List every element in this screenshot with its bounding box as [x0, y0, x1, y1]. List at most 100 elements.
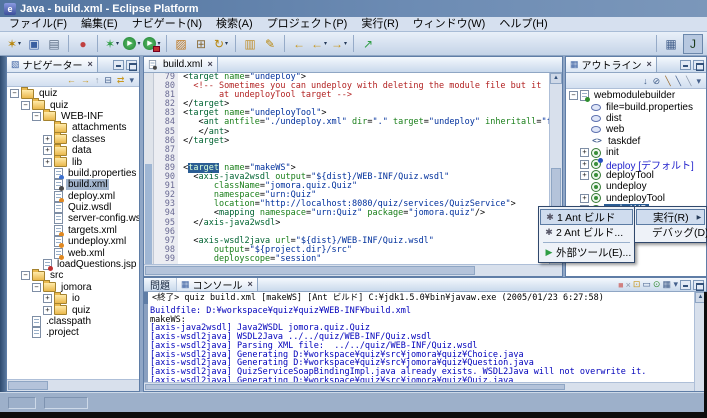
close-icon[interactable]: × [88, 60, 93, 69]
refresh-button[interactable]: ↻▾ [211, 34, 231, 54]
tree-item[interactable]: Quiz.wsdl [7, 202, 139, 213]
tree-item[interactable]: targets.xml [7, 225, 139, 236]
menu-item-1ant[interactable]: ✱1 Ant ビルド [540, 209, 633, 225]
tree-item[interactable]: −quiz [7, 88, 139, 99]
menu-item-r[interactable]: 実行(R)▶ [636, 209, 705, 225]
tree-item[interactable]: loadQuestions.jsp [7, 259, 139, 270]
dropdown-arrow-icon[interactable]: ▾ [225, 40, 228, 47]
javadoc-button[interactable]: ✎ [260, 34, 280, 54]
expander-icon[interactable]: + [43, 135, 52, 144]
run-as-button[interactable]: ✶▾ [102, 34, 122, 54]
tree-item[interactable]: +io [7, 293, 139, 304]
java-perspective-button[interactable]: J [683, 34, 703, 54]
tree-item[interactable]: +deploy [デフォルト] [566, 158, 706, 169]
view-menu-button[interactable]: ▾ [694, 76, 703, 86]
tree-item[interactable]: dist [566, 113, 706, 124]
tree-item[interactable]: −quiz [7, 99, 139, 110]
tree-item[interactable]: .classpath [7, 316, 139, 327]
tab-console[interactable]: ▦ コンソール × [177, 278, 258, 291]
dropdown-arrow-icon[interactable]: ▾ [116, 40, 119, 47]
menu-n[interactable]: ナビゲート(N) [125, 17, 209, 32]
tree-item[interactable]: +classes [7, 134, 139, 145]
new-wizard-button[interactable]: ✶▾ [4, 34, 24, 54]
maximize-button[interactable] [693, 280, 704, 290]
expander-icon[interactable]: + [43, 158, 52, 167]
menu-e[interactable]: 編集(E) [74, 17, 125, 32]
external-tools-button[interactable]: ▶▾ [142, 34, 162, 54]
tree-item[interactable]: +data [7, 145, 139, 156]
sort-button[interactable]: ↓ [641, 76, 650, 86]
filter-internal-targets-button[interactable]: ⊘ [651, 76, 663, 86]
console-hscrollbar[interactable] [144, 382, 706, 391]
navigator-hscrollbar[interactable] [7, 379, 139, 391]
code-area[interactable]: <target name="undeploy"> <!-- Sometimes … [178, 73, 549, 264]
menu-f[interactable]: ファイル(F) [2, 17, 74, 32]
dropdown-arrow-icon[interactable]: ▾ [157, 40, 160, 47]
open-perspective-button[interactable]: ▦ [661, 34, 681, 54]
tree-item[interactable]: file=build.properties [566, 101, 706, 112]
dropdown-arrow-icon[interactable]: ▾ [324, 40, 327, 47]
expander-icon[interactable]: + [580, 171, 589, 180]
tree-item[interactable]: −WEB-INF [7, 111, 139, 122]
run-button[interactable]: ▶▾ [122, 34, 142, 54]
view-menu-button[interactable]: ▾ [127, 75, 136, 85]
collapse-all-button[interactable]: ⊟ [102, 75, 114, 85]
tree-item[interactable]: <>taskdef [566, 136, 706, 147]
menu-item-2ant[interactable]: ✱2 Ant ビルド... [540, 225, 633, 240]
expander-icon[interactable]: − [21, 101, 30, 110]
tab-problems[interactable]: 問題 [144, 278, 177, 291]
navigator-tree[interactable]: −quiz−quiz−WEB-INFattachments+classes+da… [7, 87, 139, 379]
menu-r[interactable]: 実行(R) [354, 17, 405, 32]
back-button[interactable]: ←▾ [309, 34, 329, 54]
expander-icon[interactable]: + [43, 306, 52, 315]
tree-item[interactable]: +quiz [7, 304, 139, 315]
minimize-button[interactable] [680, 280, 691, 290]
tree-item[interactable]: +lib [7, 156, 139, 167]
menu-a[interactable]: 検索(A) [209, 17, 260, 32]
tree-item[interactable]: attachments [7, 122, 139, 133]
menu-w[interactable]: ウィンドウ(W) [406, 17, 493, 32]
scroll-up-icon[interactable]: ▲ [550, 73, 562, 84]
tree-item[interactable]: web.xml [7, 247, 139, 258]
close-icon[interactable]: × [647, 60, 652, 69]
tree-item[interactable]: +undeployTool [566, 193, 706, 204]
menu-item-e[interactable]: ▶外部ツール(E)... [540, 245, 633, 260]
forward-button[interactable]: → [79, 75, 92, 85]
tree-item[interactable]: undeploy.xml [7, 236, 139, 247]
expander-icon[interactable]: − [32, 283, 41, 292]
tree-item[interactable]: undeploy [566, 181, 706, 192]
dropdown-arrow-icon[interactable]: ▾ [137, 40, 140, 47]
scrollbar-thumb[interactable] [145, 266, 475, 275]
back-button[interactable]: ← [65, 75, 78, 85]
tree-item[interactable]: deploy.xml [7, 191, 139, 202]
minimize-button[interactable] [680, 60, 691, 70]
menu-h[interactable]: ヘルプ(H) [492, 17, 554, 32]
remove-launches-button[interactable]: × [626, 280, 631, 290]
pin-console-button[interactable]: ⊙ [653, 279, 661, 290]
close-icon[interactable]: × [207, 60, 212, 69]
new-java-project-button[interactable]: ▨ [171, 34, 191, 54]
editor-hscrollbar[interactable] [144, 264, 562, 276]
minimize-button[interactable] [113, 60, 124, 70]
maximize-button[interactable] [126, 60, 137, 70]
new-package-button[interactable]: ⊞ [191, 34, 211, 54]
tree-item[interactable]: web [566, 124, 706, 135]
tree-item[interactable]: build.xml [7, 179, 139, 190]
dropdown-arrow-icon[interactable]: ▾ [18, 40, 21, 47]
maximize-button[interactable] [693, 60, 704, 70]
filter-properties-button[interactable]: ╲ [663, 76, 672, 86]
forward-button[interactable]: →▾ [329, 34, 349, 54]
expander-icon[interactable]: + [43, 294, 52, 303]
tab-build-xml[interactable]: build.xml × [144, 57, 218, 72]
console-output[interactable]: Buildfile: D:¥workspace¥quiz¥quiz¥WEB-IN… [144, 304, 706, 382]
expander-icon[interactable]: + [43, 146, 52, 155]
scrollbar-thumb[interactable] [8, 381, 48, 390]
tree-item[interactable]: −src [7, 270, 139, 281]
menu-p[interactable]: プロジェクト(P) [260, 17, 355, 32]
tree-item[interactable]: −jomora [7, 282, 139, 293]
menu-item-d[interactable]: デバッグ(D)▶ [636, 225, 705, 240]
last-edit-location-button[interactable]: ← [289, 34, 309, 54]
console-select-button[interactable]: ▦ ▾ [662, 279, 678, 290]
tab-outline[interactable]: ▦ アウトライン × [566, 57, 657, 72]
tree-item[interactable]: .project [7, 327, 139, 338]
